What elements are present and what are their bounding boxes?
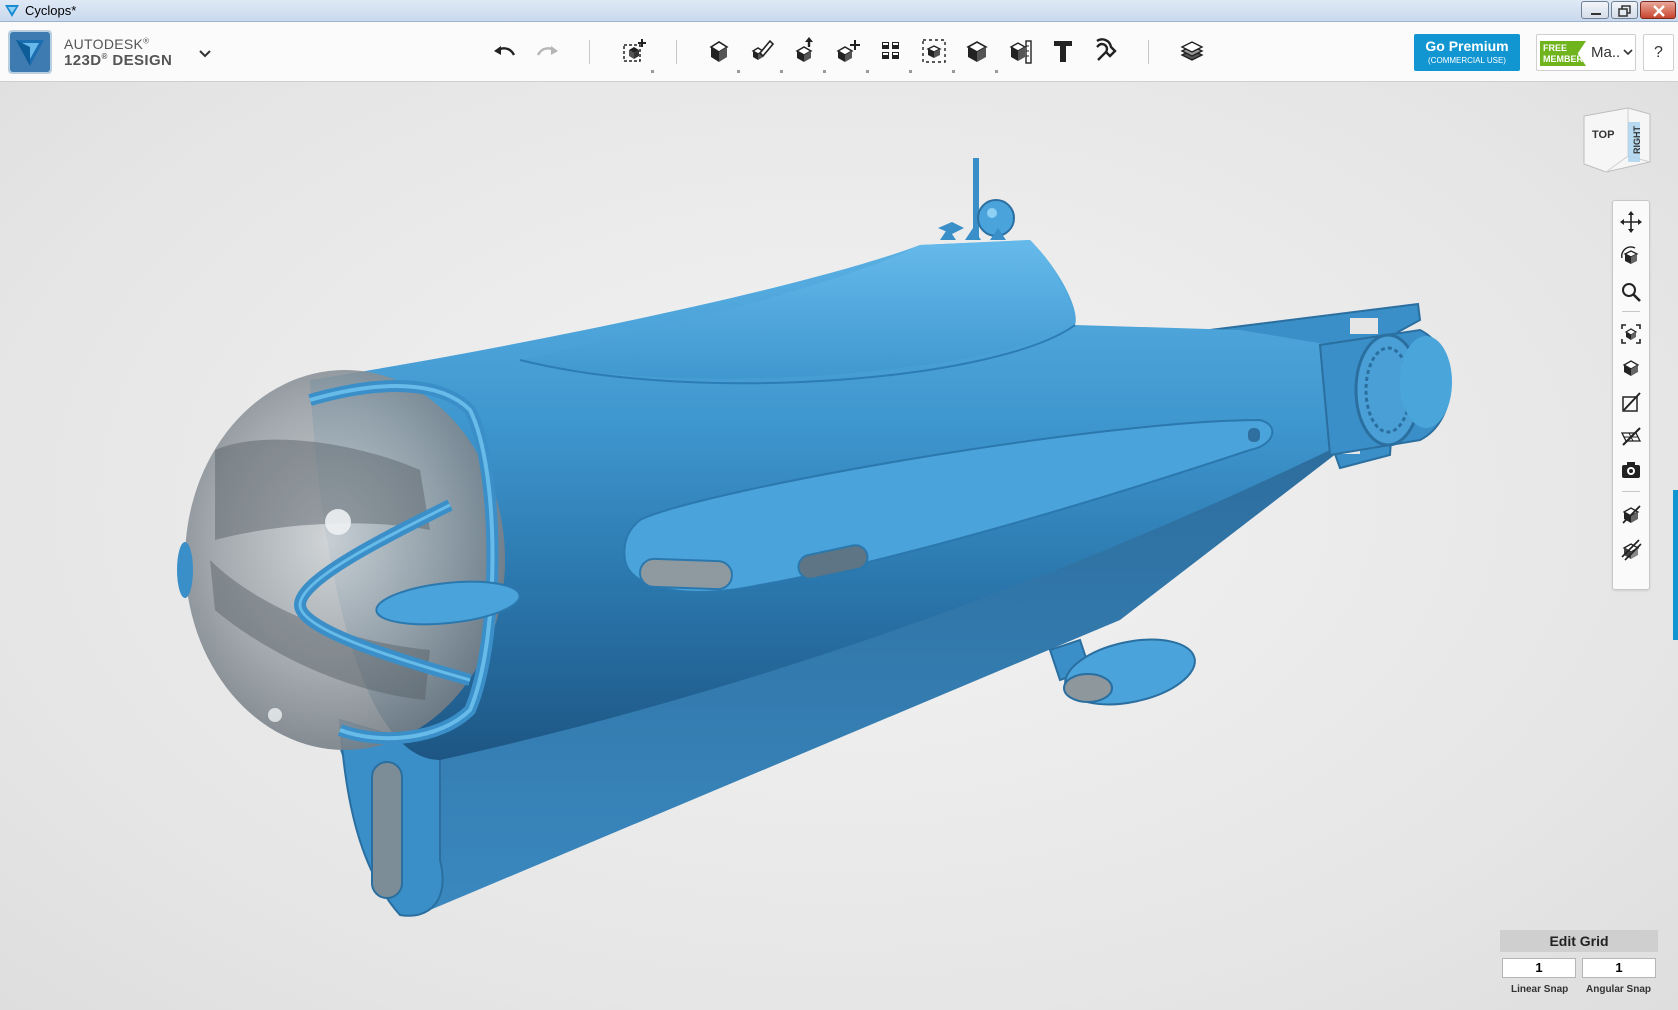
linear-snap-label: Linear Snap — [1511, 984, 1569, 995]
angular-snap-label: Angular Snap — [1586, 984, 1652, 995]
hide-sketch-icon — [1622, 392, 1641, 412]
view-cube[interactable]: TOP RIGHT — [1578, 104, 1654, 174]
combine-button[interactable] — [960, 34, 994, 68]
box-plus-icon — [623, 39, 646, 62]
undo-button[interactable] — [488, 34, 522, 68]
close-icon — [1653, 5, 1665, 17]
toolbar-separator — [1148, 40, 1149, 64]
orbit-button[interactable] — [1618, 244, 1644, 270]
primitives-button[interactable] — [702, 34, 736, 68]
box-move-icon — [836, 40, 860, 62]
dropdown-indicator — [823, 70, 826, 73]
material-button[interactable] — [1175, 34, 1209, 68]
box-icon — [709, 41, 729, 62]
view-cube-top-label: TOP — [1592, 129, 1615, 141]
chevron-down-icon — [1623, 49, 1633, 56]
material-view-button[interactable] — [1618, 501, 1644, 527]
side-panel-handle[interactable] — [1673, 490, 1678, 640]
toolbar-separator — [589, 40, 590, 64]
dropdown-indicator — [952, 70, 955, 73]
title-bar: Cyclops* — [0, 0, 1678, 22]
text-T-icon — [1054, 41, 1072, 62]
redo-icon — [536, 46, 558, 56]
close-button[interactable] — [1640, 1, 1676, 19]
shaded-box-icon — [1622, 360, 1640, 376]
view-cube-right-label: RIGHT — [1632, 126, 1642, 154]
view-mode-button[interactable] — [1618, 355, 1644, 381]
magnet-icon — [1096, 38, 1117, 61]
camera-icon — [1622, 462, 1640, 478]
linear-snap-input[interactable]: 1 — [1502, 958, 1576, 978]
app-menu-chevron-icon[interactable] — [196, 44, 214, 62]
screenshot-button[interactable] — [1618, 457, 1644, 483]
redo-button[interactable] — [530, 34, 564, 68]
grouping-button[interactable] — [917, 34, 951, 68]
help-button[interactable]: ? — [1643, 34, 1674, 71]
pan-icon — [1620, 211, 1642, 233]
material-box-icon — [1622, 505, 1641, 524]
premium-sublabel: (COMMERCIAL USE) — [1428, 56, 1506, 65]
box-arrow-icon — [795, 37, 813, 62]
angular-snap-input[interactable]: 1 — [1582, 958, 1656, 978]
brand-product: 123D® DESIGN — [64, 52, 173, 69]
3d-viewport[interactable]: TOP RIGHT Edit Grid 1 1 Linear Snap Angu… — [0, 82, 1678, 1010]
restore-button[interactable] — [1611, 1, 1638, 19]
hide-all-icon — [1621, 539, 1642, 561]
autodesk-logo-icon[interactable] — [8, 30, 52, 74]
edit-grid-button[interactable]: Edit Grid — [1500, 930, 1658, 952]
free-member-badge: FREE MEMBER — [1540, 41, 1586, 66]
dropdown-indicator — [737, 70, 740, 73]
fit-icon — [1621, 324, 1641, 344]
dropdown-indicator — [866, 70, 869, 73]
navbar-separator — [1622, 311, 1640, 312]
toolbar-separator — [676, 40, 677, 64]
pencil-box-icon — [751, 39, 775, 60]
account-menu[interactable]: FREE MEMBER Ma.. — [1536, 34, 1636, 71]
submarine-model[interactable] — [0, 82, 1678, 1010]
solid-box-icon — [966, 41, 988, 62]
view-cube-icon — [1583, 107, 1651, 173]
premium-label: Go Premium — [1425, 38, 1509, 54]
snap-button[interactable] — [1089, 34, 1123, 68]
orbit-icon — [1621, 246, 1639, 264]
brand-company: AUTODESK® — [64, 36, 150, 52]
sketch-button[interactable] — [745, 34, 779, 68]
modify-button[interactable] — [831, 34, 865, 68]
hide-grid-icon — [1620, 427, 1642, 446]
hide-all-button[interactable] — [1618, 537, 1644, 563]
undo-icon — [494, 46, 516, 56]
text-button[interactable] — [1046, 34, 1080, 68]
ruler-box-icon — [1009, 40, 1032, 64]
transform-button[interactable] — [617, 34, 651, 68]
box-dashed-icon — [922, 39, 946, 63]
fit-button[interactable] — [1618, 321, 1644, 347]
pan-button[interactable] — [1618, 209, 1644, 235]
minimize-icon — [1591, 13, 1601, 15]
main-toolbar: AUTODESK® 123D® DESIGN Go Premium (COMME… — [0, 22, 1678, 82]
edit-grid-panel: Edit Grid 1 1 Linear Snap Angular Snap — [1500, 930, 1658, 995]
minimize-button[interactable] — [1581, 1, 1609, 19]
hide-grid-button[interactable] — [1618, 423, 1644, 449]
app-logo-icon — [5, 5, 19, 17]
dropdown-indicator — [651, 70, 654, 73]
dropdown-indicator — [909, 70, 912, 73]
navigation-bar — [1612, 200, 1650, 590]
dropdown-indicator — [780, 70, 783, 73]
zoom-button[interactable] — [1618, 279, 1644, 305]
restore-icon — [1618, 5, 1631, 17]
pattern-button[interactable] — [874, 34, 908, 68]
zoom-icon — [1622, 283, 1641, 302]
measure-button[interactable] — [1003, 34, 1037, 68]
go-premium-button[interactable]: Go Premium (COMMERCIAL USE) — [1414, 34, 1520, 71]
construct-button[interactable] — [788, 34, 822, 68]
username: Ma.. — [1591, 44, 1621, 61]
navbar-separator — [1622, 491, 1640, 492]
dropdown-indicator — [995, 70, 998, 73]
window-title: Cyclops* — [25, 3, 77, 18]
layers-icon — [1180, 41, 1204, 61]
hide-sketch-button[interactable] — [1618, 389, 1644, 415]
grid-boxes-icon — [882, 42, 899, 59]
